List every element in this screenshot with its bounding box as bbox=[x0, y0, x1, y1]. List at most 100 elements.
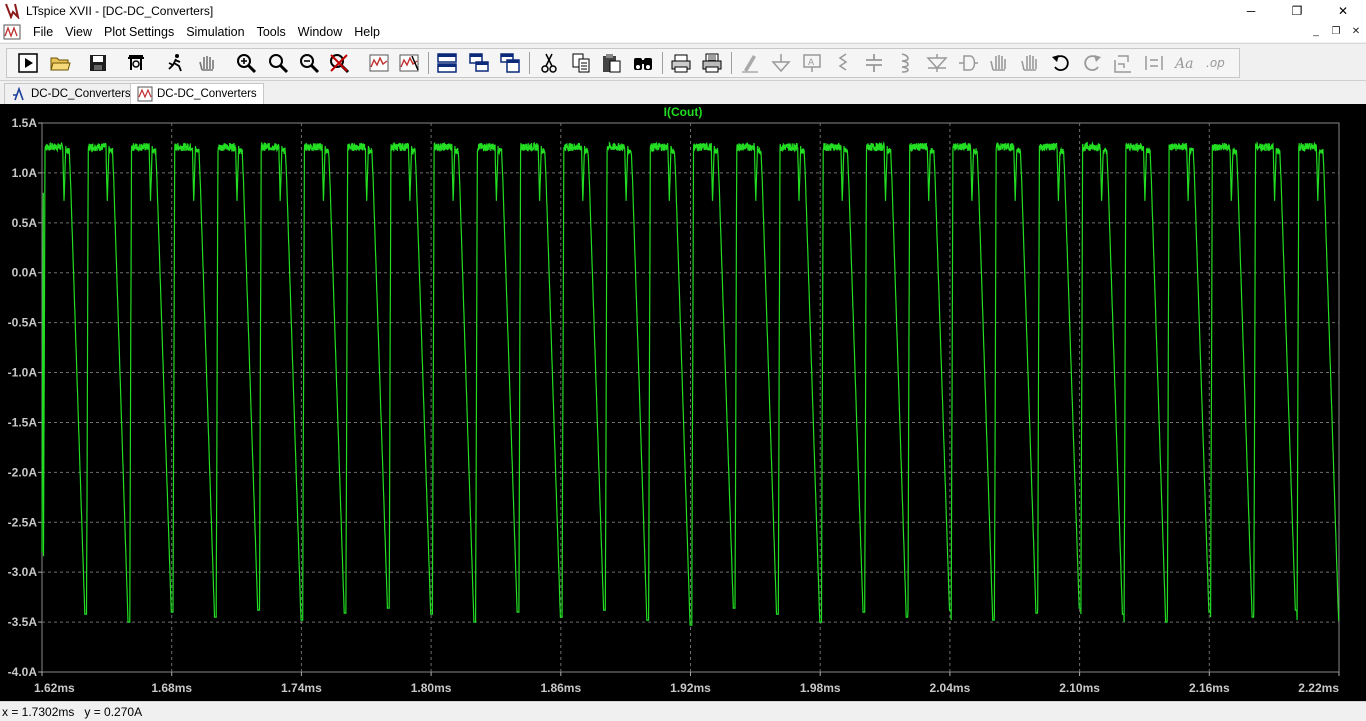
autorange-icon[interactable] bbox=[366, 50, 392, 76]
toolbar: A Aa .op bbox=[0, 43, 1366, 81]
plot-border bbox=[41, 122, 1340, 673]
inductor-icon[interactable] bbox=[892, 50, 918, 76]
waveform-doc-icon[interactable] bbox=[3, 24, 21, 40]
y-tick-label: -0.5A bbox=[8, 316, 38, 330]
draw-wire-icon[interactable] bbox=[737, 50, 763, 76]
move-icon[interactable] bbox=[986, 50, 1012, 76]
x-tick-label: 1.62ms bbox=[34, 681, 75, 695]
x-axis-ticks: 1.62ms 1.68ms 1.74ms 1.80ms 1.86ms 1.92ms 1.98… bbox=[34, 672, 1340, 695]
save-icon[interactable] bbox=[85, 50, 111, 76]
y-tick-label: -3.5A bbox=[8, 615, 38, 629]
zoom-out-icon[interactable] bbox=[296, 50, 322, 76]
y-tick-label: 0.0A bbox=[12, 266, 38, 280]
menu-simulation[interactable]: Simulation bbox=[180, 25, 250, 39]
cursor-y-readout: y = 0.270A bbox=[84, 704, 143, 719]
text-icon[interactable]: Aa bbox=[1172, 50, 1198, 76]
delete-trace-icon[interactable] bbox=[396, 50, 422, 76]
menu-bar: File View Plot Settings Simulation Tools… bbox=[0, 22, 1366, 42]
x-tick-label: 1.86ms bbox=[540, 681, 581, 695]
cursor-x-readout: x = 1.7302ms bbox=[2, 704, 75, 719]
cut-icon[interactable] bbox=[536, 50, 562, 76]
y-tick-label: -2.0A bbox=[8, 465, 38, 479]
zoom-cancel-icon[interactable] bbox=[326, 50, 352, 76]
component-icon[interactable] bbox=[955, 50, 981, 76]
window-title: LTspice XVII - [DC-DC_Converters] bbox=[26, 4, 214, 18]
x-tick-label: 2.16ms bbox=[1189, 681, 1230, 695]
copy-icon[interactable] bbox=[568, 50, 594, 76]
cascade-icon[interactable] bbox=[466, 50, 492, 76]
rotate-icon[interactable] bbox=[1110, 50, 1136, 76]
y-tick-label: 1.0A bbox=[12, 166, 38, 180]
menu-tools[interactable]: Tools bbox=[251, 25, 292, 39]
menu-view[interactable]: View bbox=[59, 25, 98, 39]
tab-label: DC-DC_Converters bbox=[31, 88, 131, 100]
menu-help[interactable]: Help bbox=[348, 25, 386, 39]
waveform-viewer[interactable]: I(Cout) 1.5A 1.0A 0.5A 0.0A -0.5A -1.0A -1.5A -… bbox=[0, 104, 1366, 701]
x-tick-label: 1.98ms bbox=[800, 681, 841, 695]
y-tick-label: -4.0A bbox=[8, 665, 38, 679]
toolbar-separator bbox=[529, 52, 530, 74]
tab-waveform[interactable]: DC-DC_Converters bbox=[130, 83, 264, 104]
tile-vertical-icon[interactable] bbox=[497, 50, 523, 76]
mdi-close-button[interactable]: ✕ bbox=[1348, 24, 1364, 39]
x-tick-label: 1.92ms bbox=[670, 681, 711, 695]
svg-text:A: A bbox=[808, 58, 815, 68]
undo-icon[interactable] bbox=[1048, 50, 1074, 76]
schematic-icon bbox=[13, 86, 24, 101]
ltspice-logo-icon bbox=[5, 3, 20, 19]
y-tick-label: 1.5A bbox=[12, 116, 38, 130]
minimize-button[interactable]: ─ bbox=[1228, 0, 1274, 22]
svg-text:Aa: Aa bbox=[1174, 56, 1193, 72]
x-tick-label: 1.80ms bbox=[411, 681, 452, 695]
tab-label: DC-DC_Converters bbox=[157, 88, 257, 100]
menu-plot-settings[interactable]: Plot Settings bbox=[98, 25, 180, 39]
mdi-minimize-button[interactable]: _ bbox=[1308, 24, 1324, 39]
waveform-icon bbox=[137, 86, 153, 102]
y-tick-label: 0.5A bbox=[12, 216, 38, 230]
redo-icon[interactable] bbox=[1079, 50, 1105, 76]
zoom-in-icon[interactable] bbox=[233, 50, 259, 76]
spice-directive-icon[interactable]: .op bbox=[1203, 50, 1229, 76]
title-bar: LTspice XVII - [DC-DC_Converters] ─ ❐ ✕ bbox=[0, 0, 1366, 22]
diode-icon[interactable] bbox=[924, 50, 950, 76]
y-tick-label: -1.5A bbox=[8, 415, 38, 429]
run-icon[interactable] bbox=[15, 50, 41, 76]
print-icon[interactable] bbox=[699, 50, 725, 76]
run-sim-icon[interactable] bbox=[162, 50, 188, 76]
document-tabs: DC-DC_Converters DC-DC_Converters bbox=[0, 82, 1366, 104]
x-tick-label: 2.04ms bbox=[930, 681, 971, 695]
toolbar-separator bbox=[731, 52, 732, 74]
ground-icon[interactable] bbox=[768, 50, 794, 76]
y-tick-label: -1.0A bbox=[8, 366, 38, 380]
close-button[interactable]: ✕ bbox=[1320, 0, 1366, 22]
open-icon[interactable] bbox=[47, 50, 73, 76]
control-panel-icon[interactable] bbox=[123, 50, 149, 76]
x-tick-label: 2.10ms bbox=[1059, 681, 1100, 695]
svg-text:.op: .op bbox=[1206, 56, 1225, 70]
print-preview-icon[interactable] bbox=[668, 50, 694, 76]
y-axis-ticks: 1.5A 1.0A 0.5A 0.0A -0.5A -1.0A -1.5A -2.0A -2.5… bbox=[8, 116, 42, 679]
toolbar-separator bbox=[428, 52, 429, 74]
capacitor-icon[interactable] bbox=[861, 50, 887, 76]
plot-area[interactable]: 1.5A 1.0A 0.5A 0.0A -0.5A -1.0A -1.5A -2.0A -2.5… bbox=[0, 104, 1366, 701]
find-icon[interactable] bbox=[630, 50, 656, 76]
mirror-icon[interactable] bbox=[1141, 50, 1167, 76]
y-tick-label: -2.5A bbox=[8, 515, 38, 529]
paste-icon[interactable] bbox=[598, 50, 624, 76]
status-bar: x = 1.7302ms y = 0.270A bbox=[0, 701, 1366, 721]
y-tick-label: -3.0A bbox=[8, 565, 38, 579]
pan-hand-icon[interactable] bbox=[194, 50, 220, 76]
resistor-icon[interactable] bbox=[830, 50, 856, 76]
label-net-icon[interactable]: A bbox=[799, 50, 825, 76]
x-tick-label: 2.22ms bbox=[1298, 681, 1339, 695]
tab-schematic[interactable]: DC-DC_Converters bbox=[4, 83, 138, 104]
menu-window[interactable]: Window bbox=[292, 25, 348, 39]
menu-file[interactable]: File bbox=[27, 25, 59, 39]
maximize-button[interactable]: ❐ bbox=[1274, 0, 1320, 22]
drag-icon[interactable] bbox=[1017, 50, 1043, 76]
mdi-controls: _ ❐ ✕ bbox=[1308, 24, 1364, 39]
tile-horizontal-icon[interactable] bbox=[434, 50, 460, 76]
zoom-area-icon[interactable] bbox=[265, 50, 291, 76]
x-tick-label: 1.68ms bbox=[151, 681, 192, 695]
mdi-restore-button[interactable]: ❐ bbox=[1328, 24, 1344, 39]
